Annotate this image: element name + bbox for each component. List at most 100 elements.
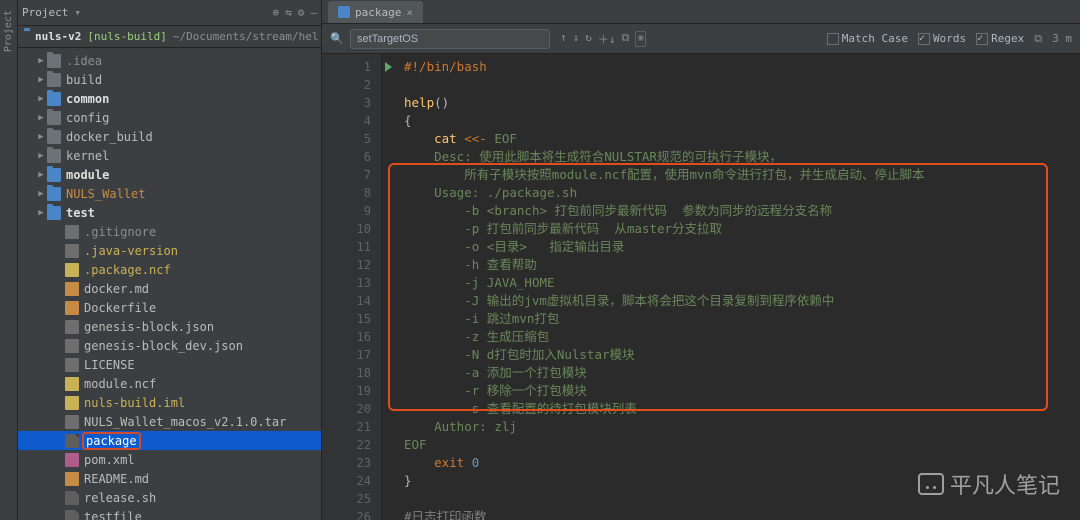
chevron-icon[interactable]: ▶ [36, 189, 46, 199]
sidebar-title: Project [22, 6, 68, 19]
match-count: 3 m [1052, 32, 1072, 45]
folder-dark-icon [47, 54, 61, 68]
tool-strip: Project [0, 0, 18, 520]
tree-item[interactable]: ▶ common [18, 89, 321, 108]
branch-label: [nuls-build] [87, 30, 166, 43]
tree-item[interactable]: ▶kernel [18, 146, 321, 165]
folder-blue-icon [47, 206, 61, 220]
tree-item[interactable]: .gitignore [18, 222, 321, 241]
select-all-icon[interactable]: ⧉ [622, 31, 630, 47]
file-icon [338, 6, 350, 18]
tree-item[interactable]: genesis-block_dev.json [18, 336, 321, 355]
tab-package[interactable]: package × [328, 1, 423, 23]
search-icon: 🔍 [330, 32, 344, 46]
prev-match-icon[interactable]: ↑ [560, 31, 567, 47]
close-icon[interactable]: × [406, 6, 413, 19]
tree-item[interactable]: NULS_Wallet_macos_v2.1.0.tar [18, 412, 321, 431]
tree-item[interactable]: .package.ncf [18, 260, 321, 279]
tree-label: docker.md [84, 282, 149, 296]
tree-item[interactable]: .java-version [18, 241, 321, 260]
tree-label: .java-version [84, 244, 178, 258]
match-case-option[interactable]: Match Case [827, 32, 908, 45]
chevron-icon[interactable]: ▶ [36, 113, 46, 123]
tree-item[interactable]: ▶ test [18, 203, 321, 222]
hide-icon[interactable]: — [310, 6, 317, 19]
tree-item[interactable]: ▶module [18, 165, 321, 184]
tree-item[interactable]: ▶ NULS_Wallet [18, 184, 321, 203]
code-text[interactable]: #!/bin/bash help(){ cat <<- EOF Desc: 使用… [382, 54, 1080, 520]
file-m-icon [65, 453, 79, 467]
split-icon[interactable]: ⇆ [285, 6, 292, 19]
chevron-icon[interactable]: ▶ [36, 56, 46, 66]
tree-label: nuls-build.iml [84, 396, 185, 410]
target-icon[interactable]: ⊕ [273, 6, 280, 19]
next-match-icon[interactable]: ↓ [573, 31, 580, 47]
regex-option[interactable]: Regex [976, 32, 1024, 45]
tree-label: LICENSE [84, 358, 135, 372]
recent-icon[interactable]: ↻ [585, 31, 592, 47]
chevron-down-icon[interactable]: ▾ [74, 6, 81, 19]
tree-label: module.ncf [84, 377, 156, 391]
folder-dark-icon [47, 73, 61, 87]
tree-item[interactable]: ▶ .idea [18, 51, 321, 70]
file-y-icon [65, 396, 79, 410]
chevron-icon[interactable]: ▶ [36, 170, 46, 180]
tree-item[interactable]: ▶docker_build [18, 127, 321, 146]
tab-bar: package × [322, 0, 1080, 24]
chevron-icon[interactable]: ▶ [36, 208, 46, 218]
tree-item[interactable]: genesis-block.json [18, 317, 321, 336]
add-selection-icon[interactable]: ＋↓ [598, 31, 616, 47]
filter-icon[interactable]: ▣ [635, 31, 646, 47]
tree-item[interactable]: ▶build [18, 70, 321, 89]
chevron-icon[interactable]: ▶ [36, 132, 46, 142]
code-area: 1234567891011121314151617181920212223242… [322, 54, 1080, 520]
tree-item[interactable]: Dockerfile [18, 298, 321, 317]
tree-item[interactable]: release.sh [18, 488, 321, 507]
chevron-icon[interactable]: ▶ [36, 75, 46, 85]
tree-label: .gitignore [84, 225, 156, 239]
breadcrumb: nuls-v2 [nuls-build] ~/Documents/stream/… [18, 26, 321, 48]
toggle-icon[interactable]: ⧉ [1034, 32, 1042, 46]
project-name: nuls-v2 [35, 30, 81, 43]
tree-item[interactable]: testfile [18, 507, 321, 520]
sidebar-header: Project ▾ ⊕ ⇆ ⚙ — [18, 0, 321, 26]
tree-item[interactable]: docker.md [18, 279, 321, 298]
words-option[interactable]: Words [918, 32, 966, 45]
file-g-icon [65, 415, 79, 429]
project-tool-tab[interactable]: Project [3, 10, 14, 52]
file-g-icon [65, 320, 79, 334]
chevron-icon[interactable]: ▶ [36, 151, 46, 161]
gear-icon[interactable]: ⚙ [298, 6, 305, 19]
file-tree[interactable]: ▶.idea▶build▶common▶config▶docker_build▶… [18, 48, 321, 520]
tree-item[interactable]: nuls-build.iml [18, 393, 321, 412]
tree-label: config [66, 111, 109, 125]
tree-label: test [66, 206, 95, 220]
folder-blue-icon [47, 168, 61, 182]
tree-label: package [82, 432, 141, 450]
gutter: 1234567891011121314151617181920212223242… [322, 54, 382, 520]
tree-label: NULS_Wallet [66, 187, 145, 201]
tree-label: NULS_Wallet_macos_v2.1.0.tar [84, 415, 286, 429]
file-file-icon [65, 491, 79, 505]
folder-dark-icon [47, 130, 61, 144]
tree-item[interactable]: pom.xml [18, 450, 321, 469]
tree-item[interactable]: ▶ config [18, 108, 321, 127]
tree-item[interactable]: LICENSE [18, 355, 321, 374]
file-o-icon [65, 472, 79, 486]
tree-label: .package.ncf [84, 263, 171, 277]
tree-item[interactable]: module.ncf [18, 374, 321, 393]
folder-dark-icon [47, 111, 61, 125]
file-o-icon [65, 282, 79, 296]
tree-item[interactable]: package [18, 431, 321, 450]
path-label: ~/Documents/stream/hel [173, 30, 319, 43]
editor-panel: package × 🔍 ↑ ↓ ↻ ＋↓ ⧉ ▣ Match Case Word… [322, 0, 1080, 520]
run-icon[interactable] [385, 62, 392, 72]
search-input[interactable] [350, 29, 550, 49]
chevron-icon[interactable]: ▶ [36, 94, 46, 104]
tree-label: testfile [84, 510, 142, 520]
tree-label: common [66, 92, 109, 106]
tree-item[interactable]: README.md [18, 469, 321, 488]
tab-label: package [355, 6, 401, 19]
tree-label: .idea [66, 54, 102, 68]
folder-blue-icon [47, 92, 61, 106]
